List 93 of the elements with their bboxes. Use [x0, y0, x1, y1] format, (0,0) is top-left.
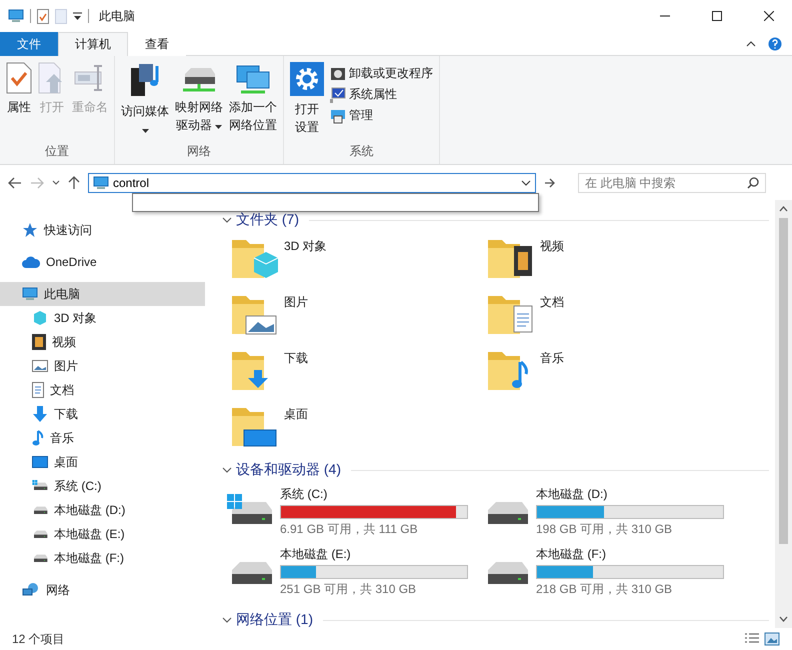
group-label: 网络 — [186, 143, 212, 160]
settings-icon — [290, 62, 324, 96]
sidebar-item[interactable]: 系统 (C:) — [0, 474, 205, 498]
drive-icon — [32, 504, 48, 516]
scroll-down-icon[interactable] — [779, 614, 788, 623]
management-icon — [330, 108, 346, 124]
drive-name[interactable]: 本地磁盘 (E:) — [280, 546, 468, 563]
folder-name[interactable]: 3D 对象 — [284, 232, 327, 252]
monitor-check-icon — [330, 86, 346, 102]
star-icon — [22, 222, 38, 238]
checklist-document-icon — [6, 62, 32, 94]
ribbon-button[interactable]: 添加一个网络位置 — [227, 62, 279, 140]
ribbon-button[interactable]: 映射网络驱动器 — [173, 62, 225, 140]
customize-dropdown-icon[interactable] — [73, 12, 82, 20]
sidebar-item[interactable]: 本地磁盘 (E:) — [0, 522, 205, 546]
group-label: 位置 — [44, 143, 70, 160]
music-note-icon — [32, 430, 44, 446]
sidebar-item[interactable]: 快速访问 — [0, 218, 205, 242]
down-arrow-icon — [32, 406, 48, 422]
drive-name[interactable]: 系统 (C:) — [280, 486, 468, 503]
item-count: 12 个项目 — [12, 630, 66, 648]
scrollbar[interactable] — [775, 200, 792, 628]
computer-icon — [93, 174, 109, 190]
sidebar-item[interactable]: OneDrive — [0, 250, 205, 274]
sidebar-item[interactable]: 下载 — [0, 402, 205, 426]
windows-drive-icon — [32, 480, 48, 492]
search-icon — [747, 176, 759, 188]
folder-name[interactable]: 图片 — [284, 288, 308, 308]
back-button[interactable] — [8, 176, 22, 188]
folder-name[interactable]: 文档 — [540, 288, 564, 308]
address-input[interactable]: control — [113, 176, 517, 190]
collapse-chevron-icon[interactable] — [222, 215, 232, 225]
scrollbar-thumb[interactable] — [779, 218, 788, 544]
up-button[interactable] — [68, 176, 80, 190]
free-space-text: 251 GB 可用，共 310 GB — [280, 581, 418, 598]
ribbon-button[interactable]: 打开设置 — [288, 62, 326, 140]
picture-icon — [32, 360, 48, 372]
sidebar-item[interactable]: 本地磁盘 (D:) — [0, 498, 205, 522]
free-space-text: 6.91 GB 可用，共 111 GB — [280, 521, 419, 538]
address-bar[interactable]: control — [88, 172, 536, 192]
checklist-document-icon[interactable] — [37, 8, 49, 24]
drive-name[interactable]: 本地磁盘 (D:) — [536, 486, 724, 503]
scroll-up-icon[interactable] — [779, 205, 788, 214]
ribbon-button[interactable]: 管理 — [328, 106, 435, 125]
sidebar-item[interactable]: 网络 — [0, 578, 205, 602]
network-icon — [22, 582, 40, 598]
free-space-text: 218 GB 可用，共 310 GB — [536, 581, 674, 598]
maximize-icon[interactable] — [712, 11, 722, 21]
computer-icon — [8, 8, 24, 24]
recent-locations-button[interactable] — [52, 180, 60, 185]
sidebar-item[interactable]: 本地磁盘 (F:) — [0, 546, 205, 570]
folder-name[interactable]: 桌面 — [284, 400, 308, 420]
drive-name[interactable]: 本地磁盘 (F:) — [536, 546, 724, 563]
group-label: 系统 — [348, 143, 374, 160]
ribbon-button[interactable]: 卸载或更改程序 — [328, 64, 435, 83]
ribbon-tab[interactable]: 计算机 — [58, 32, 128, 56]
collapse-ribbon-icon[interactable] — [746, 40, 756, 46]
collapse-chevron-icon[interactable] — [222, 615, 232, 625]
sidebar-item[interactable]: 视频 — [0, 330, 205, 354]
drive-icon — [32, 552, 48, 564]
ribbon-button[interactable]: 访问媒体 — [119, 62, 171, 140]
desktop-icon — [32, 456, 48, 468]
collapse-chevron-icon[interactable] — [222, 465, 232, 475]
disc-box-icon — [330, 66, 346, 82]
sidebar-item[interactable]: 音乐 — [0, 426, 205, 450]
go-button[interactable] — [544, 176, 556, 188]
window-title: 此电脑 — [99, 8, 136, 24]
section-title: 文件夹 (7) — [236, 211, 299, 229]
free-space-text: 198 GB 可用，共 310 GB — [536, 521, 674, 538]
ribbon-button[interactable]: 系统属性 — [328, 85, 435, 104]
sidebar-item[interactable]: 文档 — [0, 378, 205, 402]
cube-icon — [32, 310, 48, 326]
computer-icon — [22, 286, 38, 302]
cloud-icon — [22, 256, 40, 268]
chevron-down-icon[interactable] — [521, 180, 531, 186]
sidebar-item[interactable]: 图片 — [0, 354, 205, 378]
ribbon-button[interactable]: 属性 — [4, 62, 34, 140]
film-icon — [32, 334, 46, 350]
help-icon[interactable] — [768, 36, 782, 50]
folder-name[interactable]: 视频 — [540, 232, 564, 252]
sidebar-item[interactable]: 此电脑 — [0, 282, 205, 306]
sidebar-item[interactable]: 3D 对象 — [0, 306, 205, 330]
file-menu-tab[interactable]: 文件 — [0, 32, 58, 56]
folder-name[interactable]: 下载 — [284, 344, 308, 364]
section-title: 网络位置 (1) — [236, 611, 313, 628]
folder-name[interactable]: 音乐 — [540, 344, 564, 364]
large-icons-view-icon[interactable] — [764, 632, 780, 646]
drive-icon — [32, 528, 48, 540]
close-icon[interactable] — [764, 11, 774, 21]
section-title: 设备和驱动器 (4) — [236, 461, 341, 479]
document-icon — [32, 382, 44, 398]
sidebar-item[interactable]: 桌面 — [0, 450, 205, 474]
search-box[interactable]: 在 此电脑 中搜索 — [578, 172, 766, 192]
